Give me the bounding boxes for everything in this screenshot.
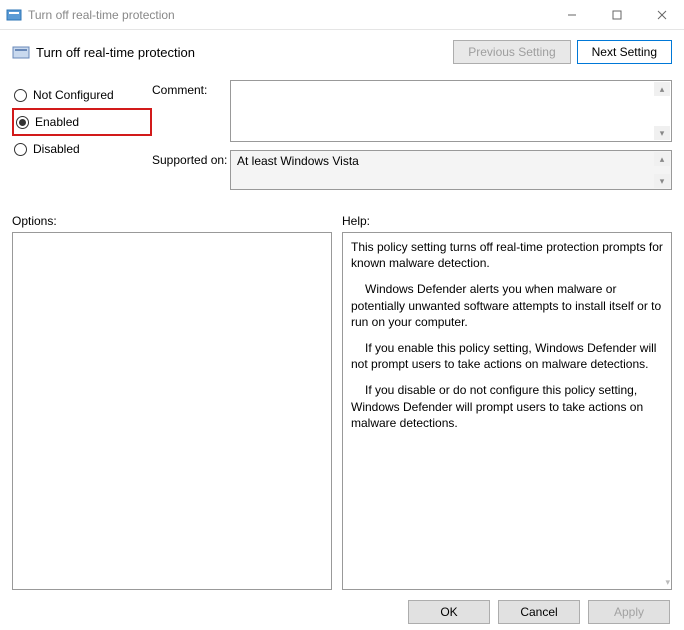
scroll-up-icon[interactable]: ▴ [654, 82, 670, 96]
radio-label: Disabled [33, 142, 80, 156]
help-paragraph: If you enable this policy setting, Windo… [351, 340, 663, 372]
supported-on-value: At least Windows Vista [237, 154, 359, 168]
minimize-button[interactable] [549, 0, 594, 29]
help-label: Help: [342, 214, 672, 228]
app-icon [6, 7, 22, 23]
comment-input[interactable]: ▴ ▾ [230, 80, 672, 142]
supported-on-label: Supported on: [152, 150, 230, 190]
state-radio-group: Not Configured Enabled Disabled [12, 80, 152, 198]
ok-button[interactable]: OK [408, 600, 490, 624]
radio-icon [16, 116, 29, 129]
scroll-down-icon[interactable]: ▾ [654, 174, 670, 188]
header-row: Turn off real-time protection Previous S… [12, 40, 672, 80]
radio-disabled[interactable]: Disabled [12, 136, 152, 162]
scroll-down-icon[interactable]: ▾ [665, 577, 670, 588]
scroll-down-icon[interactable]: ▾ [654, 126, 670, 140]
scroll-up-icon[interactable]: ▴ [654, 152, 670, 166]
radio-icon [14, 89, 27, 102]
next-setting-button[interactable]: Next Setting [577, 40, 672, 64]
radio-not-configured[interactable]: Not Configured [12, 82, 152, 108]
policy-icon [12, 43, 30, 61]
comment-label: Comment: [152, 80, 230, 142]
previous-setting-button[interactable]: Previous Setting [453, 40, 570, 64]
radio-label: Not Configured [33, 88, 114, 102]
radio-label: Enabled [35, 115, 79, 129]
supported-on-value-box: At least Windows Vista ▴ ▾ [230, 150, 672, 190]
dialog-footer: OK Cancel Apply [12, 590, 672, 624]
apply-button[interactable]: Apply [588, 600, 670, 624]
help-text: This policy setting turns off real-time … [351, 239, 663, 431]
window-controls [549, 0, 684, 29]
help-paragraph: If you disable or do not configure this … [351, 382, 663, 431]
page-title: Turn off real-time protection [36, 45, 447, 60]
radio-icon [14, 143, 27, 156]
options-label: Options: [12, 214, 342, 228]
title-bar: Turn off real-time protection [0, 0, 684, 30]
help-paragraph: This policy setting turns off real-time … [351, 239, 663, 271]
maximize-button[interactable] [594, 0, 639, 29]
cancel-button[interactable]: Cancel [498, 600, 580, 624]
close-button[interactable] [639, 0, 684, 29]
window-title: Turn off real-time protection [28, 8, 549, 22]
help-pane: This policy setting turns off real-time … [342, 232, 672, 590]
radio-enabled[interactable]: Enabled [12, 108, 152, 136]
options-pane [12, 232, 332, 590]
help-paragraph: Windows Defender alerts you when malware… [351, 281, 663, 330]
